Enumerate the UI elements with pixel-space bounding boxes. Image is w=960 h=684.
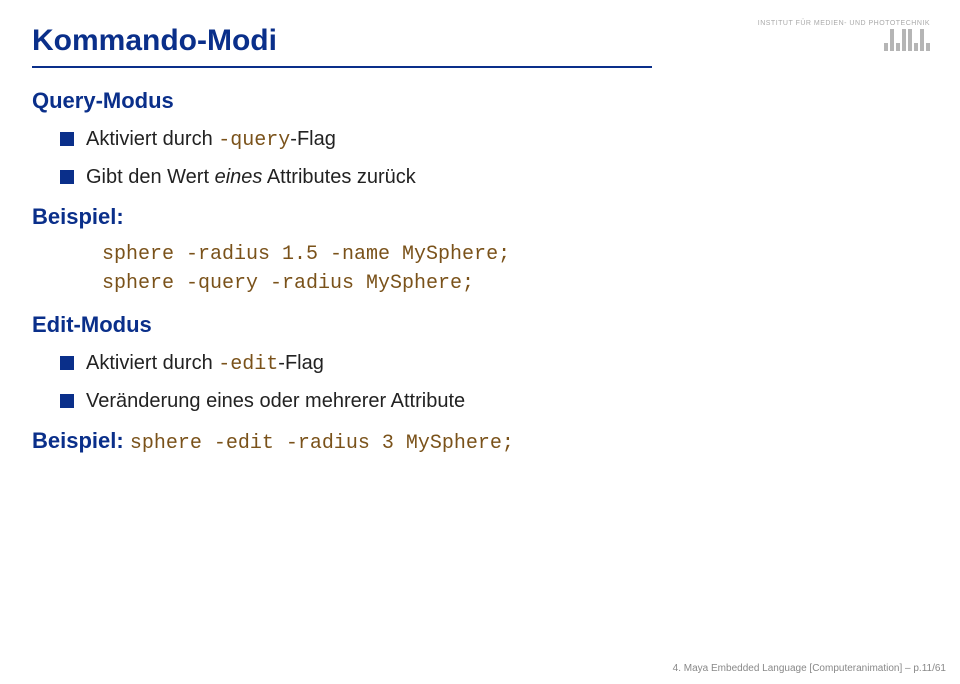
bullet-icon xyxy=(60,394,74,408)
code-line: sphere -query -radius MySphere; xyxy=(102,269,928,298)
title-underline xyxy=(32,66,652,68)
code-block-1: sphere -radius 1.5 -name MySphere; spher… xyxy=(32,240,928,298)
bullet-icon xyxy=(60,170,74,184)
list-item: Gibt den Wert eines Attributes zurück xyxy=(60,162,928,192)
slide-content: Kommando-Modi Query-Modus Aktiviert durc… xyxy=(0,0,960,455)
bullet-icon xyxy=(60,356,74,370)
beispiel-inline: Beispiel: sphere -edit -radius 3 MySpher… xyxy=(32,428,928,455)
slide-footer: 4. Maya Embedded Language [Computeranima… xyxy=(673,663,946,674)
institute-logo: INSTITUT FÜR MEDIEN- UND PHOTOTECHNIK xyxy=(758,20,930,51)
list-item: Veränderung eines oder mehrerer Attribut… xyxy=(60,386,928,416)
beispiel-heading-1: Beispiel: xyxy=(32,204,928,230)
beispiel-code: sphere -edit -radius 3 MySphere; xyxy=(130,432,514,455)
logo-mark xyxy=(758,29,930,51)
bullet-icon xyxy=(60,132,74,146)
query-modus-heading: Query-Modus xyxy=(32,88,928,114)
query-bullets: Aktiviert durch -query-Flag Gibt den Wer… xyxy=(32,124,928,192)
list-item: Aktiviert durch -edit-Flag xyxy=(60,348,928,380)
beispiel-label: Beispiel: xyxy=(32,428,124,453)
list-item: Aktiviert durch -query-Flag xyxy=(60,124,928,156)
code-line: sphere -radius 1.5 -name MySphere; xyxy=(102,240,928,269)
logo-text: INSTITUT FÜR MEDIEN- UND PHOTOTECHNIK xyxy=(758,20,930,27)
bullet-text: Aktiviert durch -edit-Flag xyxy=(86,348,324,380)
edit-modus-heading: Edit-Modus xyxy=(32,312,928,338)
edit-bullets: Aktiviert durch -edit-Flag Veränderung e… xyxy=(32,348,928,416)
bullet-text: Aktiviert durch -query-Flag xyxy=(86,124,336,156)
bullet-text: Gibt den Wert eines Attributes zurück xyxy=(86,162,416,192)
bullet-text: Veränderung eines oder mehrerer Attribut… xyxy=(86,386,465,416)
